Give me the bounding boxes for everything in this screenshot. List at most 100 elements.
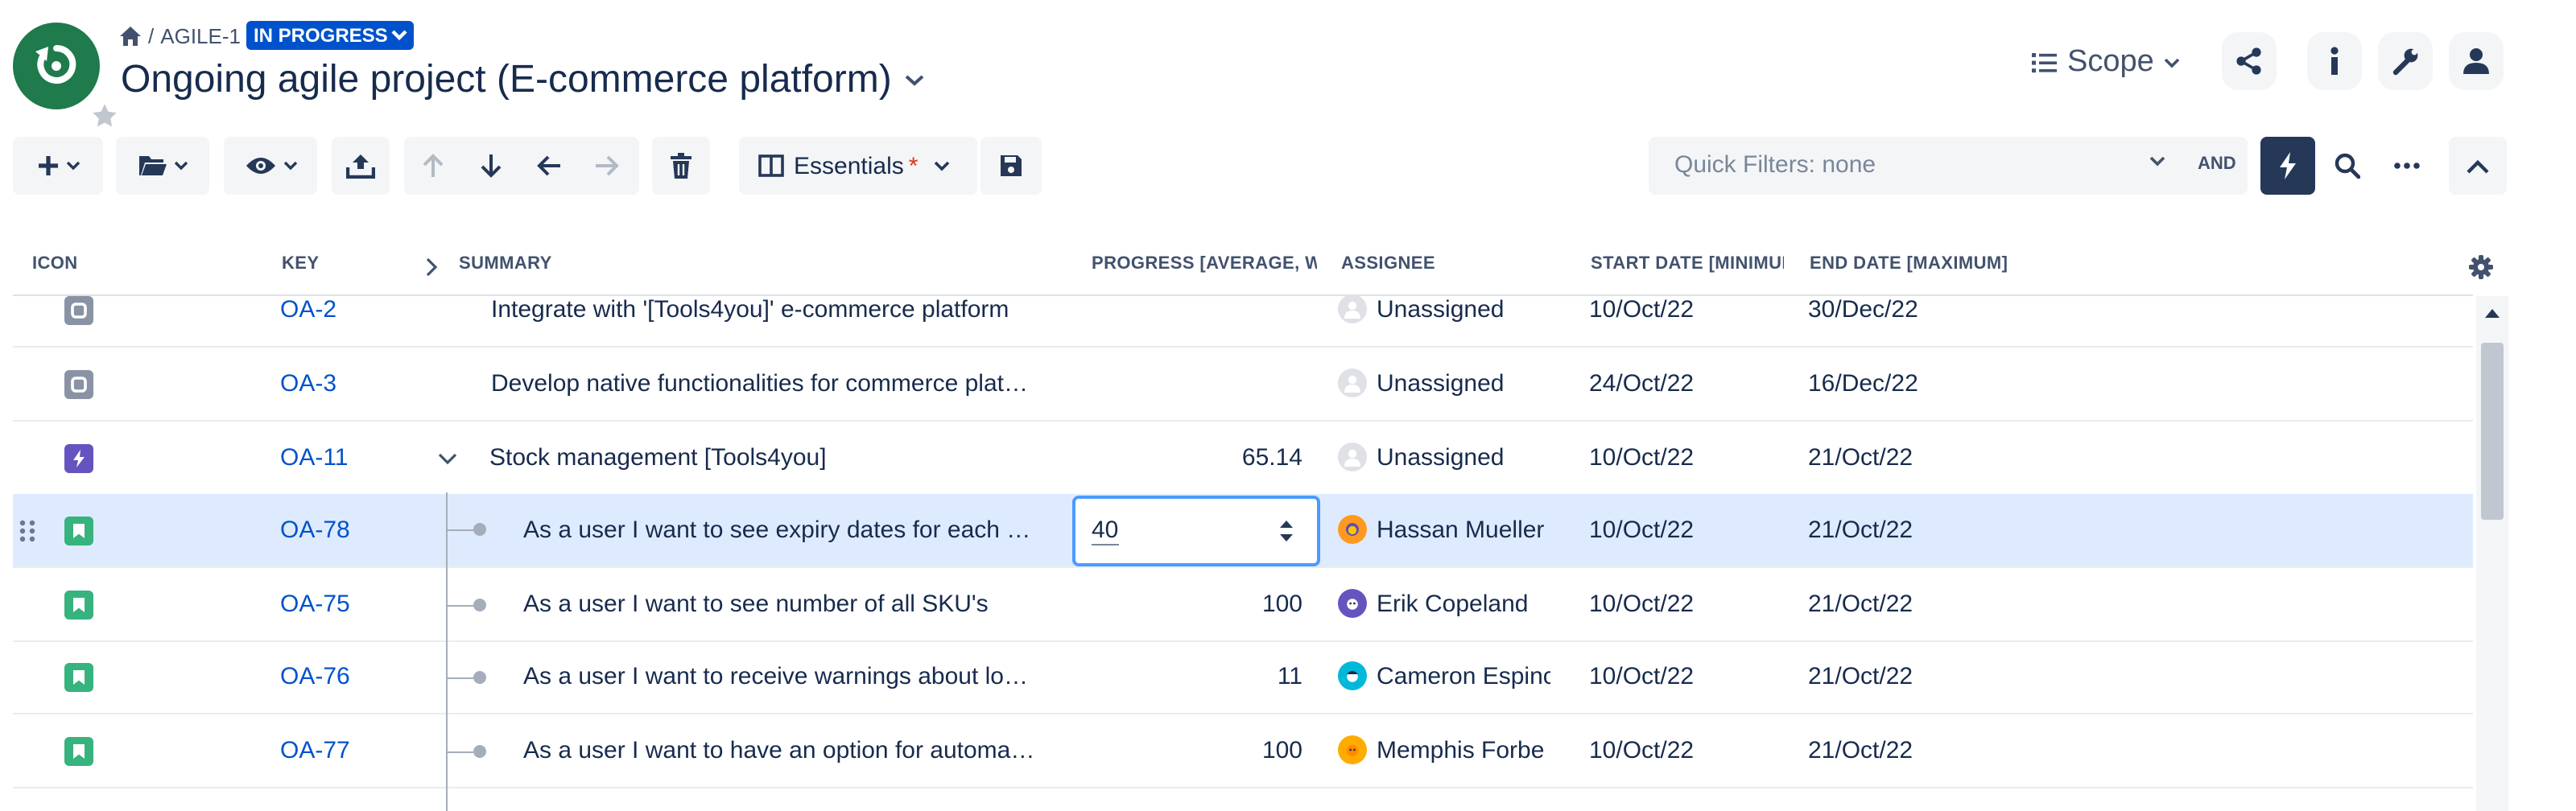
arrow-right-icon: [594, 154, 620, 177]
issue-key-link[interactable]: OA-76: [280, 663, 350, 690]
move-right-button[interactable]: [578, 137, 636, 195]
move-up-button[interactable]: [404, 137, 462, 195]
assignee-cell[interactable]: Unassigned: [1338, 443, 1550, 471]
issue-summary[interactable]: Integrate with '[Tools4you]' e-commerce …: [491, 296, 1009, 323]
user-profile-button[interactable]: [2449, 32, 2504, 90]
open-folder-button[interactable]: [116, 137, 209, 195]
quick-filters-select[interactable]: Quick Filters: none AND: [1649, 137, 2248, 195]
assignee-cell[interactable]: Unassigned: [1338, 294, 1550, 323]
move-left-button[interactable]: [520, 137, 578, 195]
assignee-cell[interactable]: Memphis Forbe: [1338, 735, 1550, 764]
upload-icon: [346, 153, 375, 179]
start-date[interactable]: 10/Oct/22: [1589, 296, 1694, 323]
filter-operator-toggle[interactable]: AND: [2198, 154, 2236, 174]
view-selector[interactable]: Essentials *: [739, 137, 977, 195]
save-view-button[interactable]: [980, 137, 1042, 195]
automation-button[interactable]: [2260, 137, 2315, 195]
info-button[interactable]: [2307, 32, 2362, 90]
plus-icon: [36, 154, 59, 177]
end-date[interactable]: 21/Oct/22: [1808, 663, 1913, 690]
issue-summary[interactable]: Develop native functionalities for comme…: [491, 370, 1028, 397]
unsaved-marker: *: [908, 152, 919, 179]
end-date[interactable]: 21/Oct/22: [1808, 737, 1913, 764]
start-date[interactable]: 10/Oct/22: [1589, 663, 1694, 690]
hierarchy-connector: [448, 751, 473, 753]
status-badge[interactable]: IN PROGRESS: [246, 21, 414, 50]
issue-summary[interactable]: As a user I want to have an option for a…: [523, 737, 1034, 764]
structure-logo[interactable]: [13, 23, 121, 130]
share-icon: [2235, 47, 2264, 76]
configure-button[interactable]: [2378, 32, 2433, 90]
progress-edit-value[interactable]: 40: [1092, 517, 1119, 545]
export-button[interactable]: [332, 137, 390, 195]
end-date[interactable]: 21/Oct/22: [1808, 517, 1913, 544]
progress-value[interactable]: 100: [1262, 737, 1302, 764]
assignee-name: Memphis Forbe: [1377, 736, 1545, 764]
drag-handle-icon[interactable]: [19, 520, 35, 542]
chevron-down-icon: [2164, 57, 2180, 68]
issue-key-link[interactable]: OA-2: [280, 296, 336, 323]
collapse-chevron-icon[interactable]: [438, 452, 457, 465]
chevron-down-icon: [934, 160, 950, 171]
progress-value[interactable]: 11: [1278, 663, 1302, 690]
table-row[interactable]: OA-77 As a user I want to have an option…: [13, 714, 2473, 788]
page-title[interactable]: Ongoing agile project (E-commerce platfo…: [121, 58, 892, 103]
favorite-star-icon[interactable]: [68, 80, 121, 130]
issue-key-link[interactable]: OA-3: [280, 370, 336, 397]
collapse-header-button[interactable]: [2449, 137, 2507, 195]
delete-button[interactable]: [652, 137, 710, 195]
assignee-cell[interactable]: Hassan Mueller: [1338, 515, 1550, 544]
issue-key-link[interactable]: OA-75: [280, 591, 350, 618]
folder-icon: [138, 154, 167, 177]
assignee-cell[interactable]: Unassigned: [1338, 368, 1550, 397]
unassigned-avatar-icon: [1338, 443, 1367, 471]
start-date[interactable]: 10/Oct/22: [1589, 517, 1694, 544]
end-date[interactable]: 21/Oct/22: [1808, 444, 1913, 471]
start-date[interactable]: 10/Oct/22: [1589, 591, 1694, 618]
number-stepper-icon[interactable]: [1278, 518, 1294, 544]
user-avatar-icon: [1338, 661, 1367, 690]
home-icon[interactable]: [119, 25, 142, 46]
assignee-cell[interactable]: Cameron Espinc: [1338, 661, 1550, 690]
title-row: Ongoing agile project (E-commerce platfo…: [121, 58, 924, 103]
scrollbar-thumb[interactable]: [2481, 343, 2504, 520]
issue-key-link[interactable]: OA-78: [280, 517, 350, 544]
start-date[interactable]: 10/Oct/22: [1589, 737, 1694, 764]
share-button[interactable]: [2222, 32, 2277, 90]
title-chevron-icon[interactable]: [905, 74, 924, 87]
issue-key-link[interactable]: OA-77: [280, 737, 350, 764]
table-row[interactable]: OA-75 As a user I want to see number of …: [13, 568, 2473, 642]
end-date[interactable]: 21/Oct/22: [1808, 591, 1913, 618]
child-bullet-icon: [473, 745, 486, 758]
issue-summary[interactable]: As a user I want to receive warnings abo…: [523, 663, 1028, 690]
move-buttons-group: [404, 137, 639, 195]
issue-key-link[interactable]: OA-11: [280, 444, 349, 471]
end-date[interactable]: 30/Dec/22: [1808, 296, 1918, 323]
issue-summary[interactable]: As a user I want to see number of all SK…: [523, 591, 989, 618]
breadcrumb-project[interactable]: AGILE-1: [160, 23, 241, 47]
view-options-button[interactable]: [224, 137, 317, 195]
end-date[interactable]: 16/Dec/22: [1808, 370, 1918, 397]
table-row[interactable]: OA-76 As a user I want to receive warnin…: [13, 640, 2473, 714]
issue-summary[interactable]: As a user I want to see expiry dates for…: [523, 517, 1030, 544]
assignee-name: Cameron Espinc: [1377, 662, 1550, 690]
more-actions-button[interactable]: [2378, 137, 2436, 195]
start-date[interactable]: 10/Oct/22: [1589, 444, 1694, 471]
table-row[interactable]: OA-2 Integrate with '[Tools4you]' e-comm…: [13, 274, 2473, 348]
issue-summary[interactable]: Stock management [Tools4you]: [489, 444, 827, 471]
start-date[interactable]: 24/Oct/22: [1589, 370, 1694, 397]
table-row[interactable]: OA-3 Develop native functionalities for …: [13, 348, 2473, 422]
columns-icon: [758, 154, 784, 177]
scope-button[interactable]: Scope: [2032, 45, 2180, 80]
user-icon: [2462, 47, 2491, 76]
progress-value[interactable]: 65.14: [1242, 444, 1302, 471]
assignee-cell[interactable]: Erik Copeland: [1338, 589, 1550, 618]
progress-value[interactable]: 100: [1262, 591, 1302, 618]
progress-edit-field[interactable]: 40: [1072, 496, 1320, 566]
add-button[interactable]: [13, 137, 103, 195]
move-down-button[interactable]: [462, 137, 520, 195]
scroll-up-arrow-icon[interactable]: [2484, 307, 2500, 319]
epic-type-icon: [64, 444, 93, 473]
table-row[interactable]: OA-11 Stock management [Tools4you] 65.14…: [13, 422, 2473, 496]
search-button[interactable]: [2318, 137, 2376, 195]
